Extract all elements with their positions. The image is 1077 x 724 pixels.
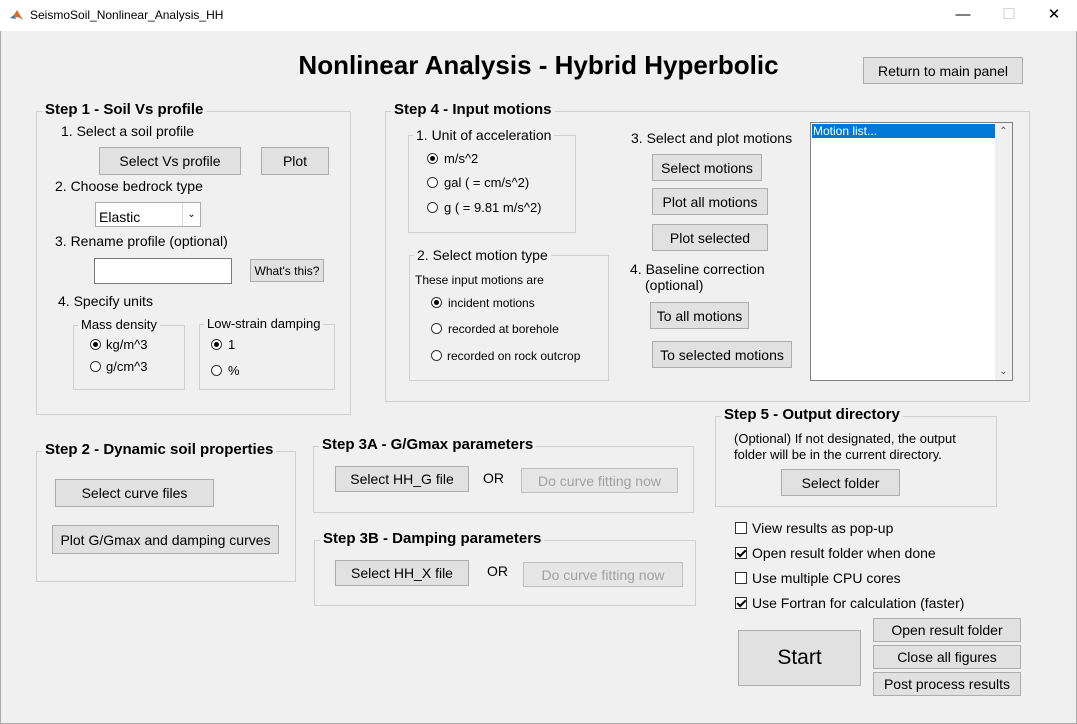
step5-desc-2: folder will be in the current directory. (734, 447, 942, 462)
select-curve-files-button[interactable]: Select curve files (55, 479, 214, 507)
step3a-or-label: OR (483, 470, 504, 486)
select-hh-g-file-button[interactable]: Select HH_G file (335, 466, 469, 492)
step5-desc-1: (Optional) If not designated, the output (734, 431, 956, 446)
step2-title: Step 2 - Dynamic soil properties (42, 441, 277, 458)
motion-listbox[interactable]: Motion list... ⌃ ⌄ (810, 122, 1013, 381)
bedrock-dropdown[interactable]: Elastic ⌄ (95, 202, 201, 227)
bedrock-label: 2. Choose bedrock type (55, 178, 203, 194)
bedrock-value: Elastic (99, 209, 141, 225)
list-item[interactable]: Motion list... (812, 124, 997, 138)
radio-recorded-borehole[interactable] (431, 323, 442, 334)
maximize-button: ☐ (1002, 6, 1016, 23)
radio-recorded-outcrop[interactable] (431, 350, 442, 361)
plot-all-motions-button[interactable]: Plot all motions (652, 188, 768, 215)
view-popup-checkbox[interactable] (735, 522, 747, 534)
recorded-outcrop-label: recorded on rock outcrop (447, 349, 581, 363)
plot-curves-button[interactable]: Plot G/Gmax and damping curves (52, 525, 279, 554)
view-popup-label: View results as pop-up (752, 520, 894, 536)
unit-g-label: g ( = 9.81 m/s^2) (444, 200, 542, 215)
rename-label: 3. Rename profile (optional) (55, 233, 228, 249)
kg-m3-label: kg/m^3 (106, 337, 148, 352)
return-main-panel-button[interactable]: Return to main panel (863, 57, 1023, 84)
step3b-or-label: OR (487, 563, 508, 579)
unit-acceleration-title: 1. Unit of acceleration (413, 127, 555, 143)
damping-percent-label: % (228, 363, 240, 378)
select-motions-button[interactable]: Select motions (652, 154, 762, 181)
radio-damping-percent[interactable] (211, 365, 222, 376)
open-folder-checkbox[interactable] (735, 547, 747, 559)
multiple-cpu-checkbox[interactable] (735, 572, 747, 584)
radio-incident-motions[interactable] (431, 297, 442, 308)
radio-unit-gal[interactable] (427, 177, 438, 188)
baseline-selected-motions-button[interactable]: To selected motions (652, 341, 792, 368)
step3a-curve-fitting-button: Do curve fitting now (521, 468, 678, 493)
chevron-down-icon: ⌄ (182, 203, 200, 226)
radio-damping-1[interactable] (211, 339, 222, 350)
radio-g-cm3[interactable] (90, 361, 101, 372)
recorded-borehole-label: recorded at borehole (448, 322, 559, 336)
multiple-cpu-label: Use multiple CPU cores (752, 570, 901, 586)
unit-ms2-label: m/s^2 (444, 151, 479, 166)
step2-panel: Step 2 - Dynamic soil properties (36, 441, 296, 582)
mass-density-group: Mass density (73, 317, 185, 390)
radio-unit-g[interactable] (427, 202, 438, 213)
damping-title: Low-strain damping (204, 316, 324, 331)
minimize-button[interactable]: — (940, 0, 986, 31)
step3b-curve-fitting-button: Do curve fitting now (523, 562, 683, 587)
select-profile-label: 1. Select a soil profile (61, 123, 195, 139)
start-button[interactable]: Start (738, 630, 861, 686)
damping-group: Low-strain damping (199, 316, 335, 390)
motion-type-intro: These input motions are (415, 273, 544, 287)
motion-type-title: 2. Select motion type (414, 247, 551, 263)
step5-title: Step 5 - Output directory (721, 406, 903, 423)
radio-kg-m3[interactable] (90, 339, 101, 350)
baseline-label: 4. Baseline correction (630, 261, 765, 277)
damping-1-label: 1 (228, 337, 236, 352)
radio-unit-ms2[interactable] (427, 153, 438, 164)
scroll-down-icon[interactable]: ⌄ (995, 363, 1012, 380)
rename-profile-input[interactable] (94, 258, 232, 284)
mass-density-title: Mass density (78, 317, 160, 332)
select-plot-label: 3. Select and plot motions (631, 130, 793, 146)
step4-title: Step 4 - Input motions (391, 101, 555, 118)
window-title: SeismoSoil_Nonlinear_Analysis_HH (30, 8, 224, 22)
plot-profile-button[interactable]: Plot (261, 147, 329, 175)
use-fortran-checkbox[interactable] (735, 597, 747, 609)
incident-motions-label: incident motions (448, 296, 535, 310)
scroll-up-icon[interactable]: ⌃ (995, 123, 1012, 140)
post-process-results-button[interactable]: Post process results (873, 672, 1021, 696)
listbox-scrollbar[interactable]: ⌃ ⌄ (995, 123, 1012, 380)
select-folder-button[interactable]: Select folder (781, 469, 900, 496)
step3a-title: Step 3A - G/Gmax parameters (319, 436, 537, 453)
plot-selected-button[interactable]: Plot selected (652, 224, 768, 251)
use-fortran-label: Use Fortran for calculation (faster) (752, 595, 965, 611)
baseline-all-motions-button[interactable]: To all motions (650, 302, 749, 329)
select-vs-profile-button[interactable]: Select Vs profile (99, 147, 241, 175)
whats-this-button[interactable]: What's this? (250, 259, 324, 282)
close-all-figures-button[interactable]: Close all figures (873, 645, 1021, 669)
step1-title: Step 1 - Soil Vs profile (42, 101, 207, 118)
title-bar: SeismoSoil_Nonlinear_Analysis_HH — ☐ ✕ (0, 0, 1077, 31)
unit-gal-label: gal ( = cm/s^2) (444, 175, 530, 190)
g-cm3-label: g/cm^3 (106, 359, 148, 374)
baseline-optional-label: (optional) (645, 277, 704, 293)
open-folder-label: Open result folder when done (752, 545, 936, 561)
open-result-folder-button[interactable]: Open result folder (873, 618, 1021, 642)
select-hh-x-file-button[interactable]: Select HH_X file (335, 560, 469, 586)
matlab-logo-icon (10, 10, 23, 20)
step3b-title: Step 3B - Damping parameters (320, 530, 545, 547)
units-label: 4. Specify units (58, 293, 153, 309)
close-window-button[interactable]: ✕ (1031, 0, 1077, 31)
